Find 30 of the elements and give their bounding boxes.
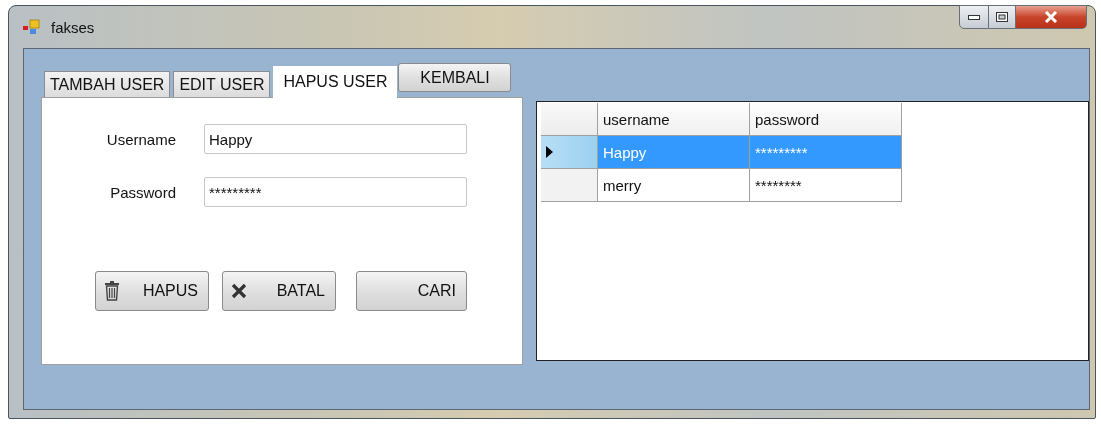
action-button[interactable]: BATAL bbox=[222, 271, 336, 311]
field-label: Password bbox=[109, 183, 176, 201]
column-header[interactable]: password bbox=[749, 103, 902, 136]
close-button[interactable] bbox=[1016, 5, 1087, 29]
table-cell: ********* bbox=[749, 135, 902, 169]
column-header[interactable]: username bbox=[597, 103, 750, 136]
corner-header bbox=[541, 103, 598, 136]
action-button[interactable]: HAPUS bbox=[95, 271, 209, 311]
text-field[interactable]: Happy bbox=[204, 124, 467, 154]
table-cell: ******** bbox=[749, 168, 902, 202]
tab[interactable]: HAPUS USER bbox=[273, 66, 398, 98]
action-button[interactable]: CARI bbox=[356, 271, 467, 311]
tab[interactable]: EDIT USER bbox=[173, 71, 271, 97]
text-field[interactable]: ********* bbox=[204, 177, 467, 207]
field-label: Username bbox=[105, 130, 176, 148]
minimize-button[interactable] bbox=[959, 5, 989, 29]
table-cell: merry bbox=[597, 168, 750, 202]
close-icon bbox=[231, 283, 247, 299]
table-cell: Happy bbox=[597, 135, 750, 169]
tab[interactable]: TAMBAH USER bbox=[44, 71, 171, 97]
row-header[interactable] bbox=[541, 135, 598, 169]
minimize-icon bbox=[968, 14, 980, 20]
trash-icon bbox=[104, 281, 120, 301]
window-title: fakses bbox=[51, 18, 95, 36]
maximize-icon bbox=[996, 12, 1008, 22]
maximize-button[interactable] bbox=[989, 5, 1016, 29]
current-row-icon bbox=[546, 146, 553, 158]
back-button[interactable]: KEMBALI bbox=[398, 63, 512, 92]
app-icon bbox=[23, 19, 41, 35]
close-icon bbox=[1044, 11, 1058, 23]
